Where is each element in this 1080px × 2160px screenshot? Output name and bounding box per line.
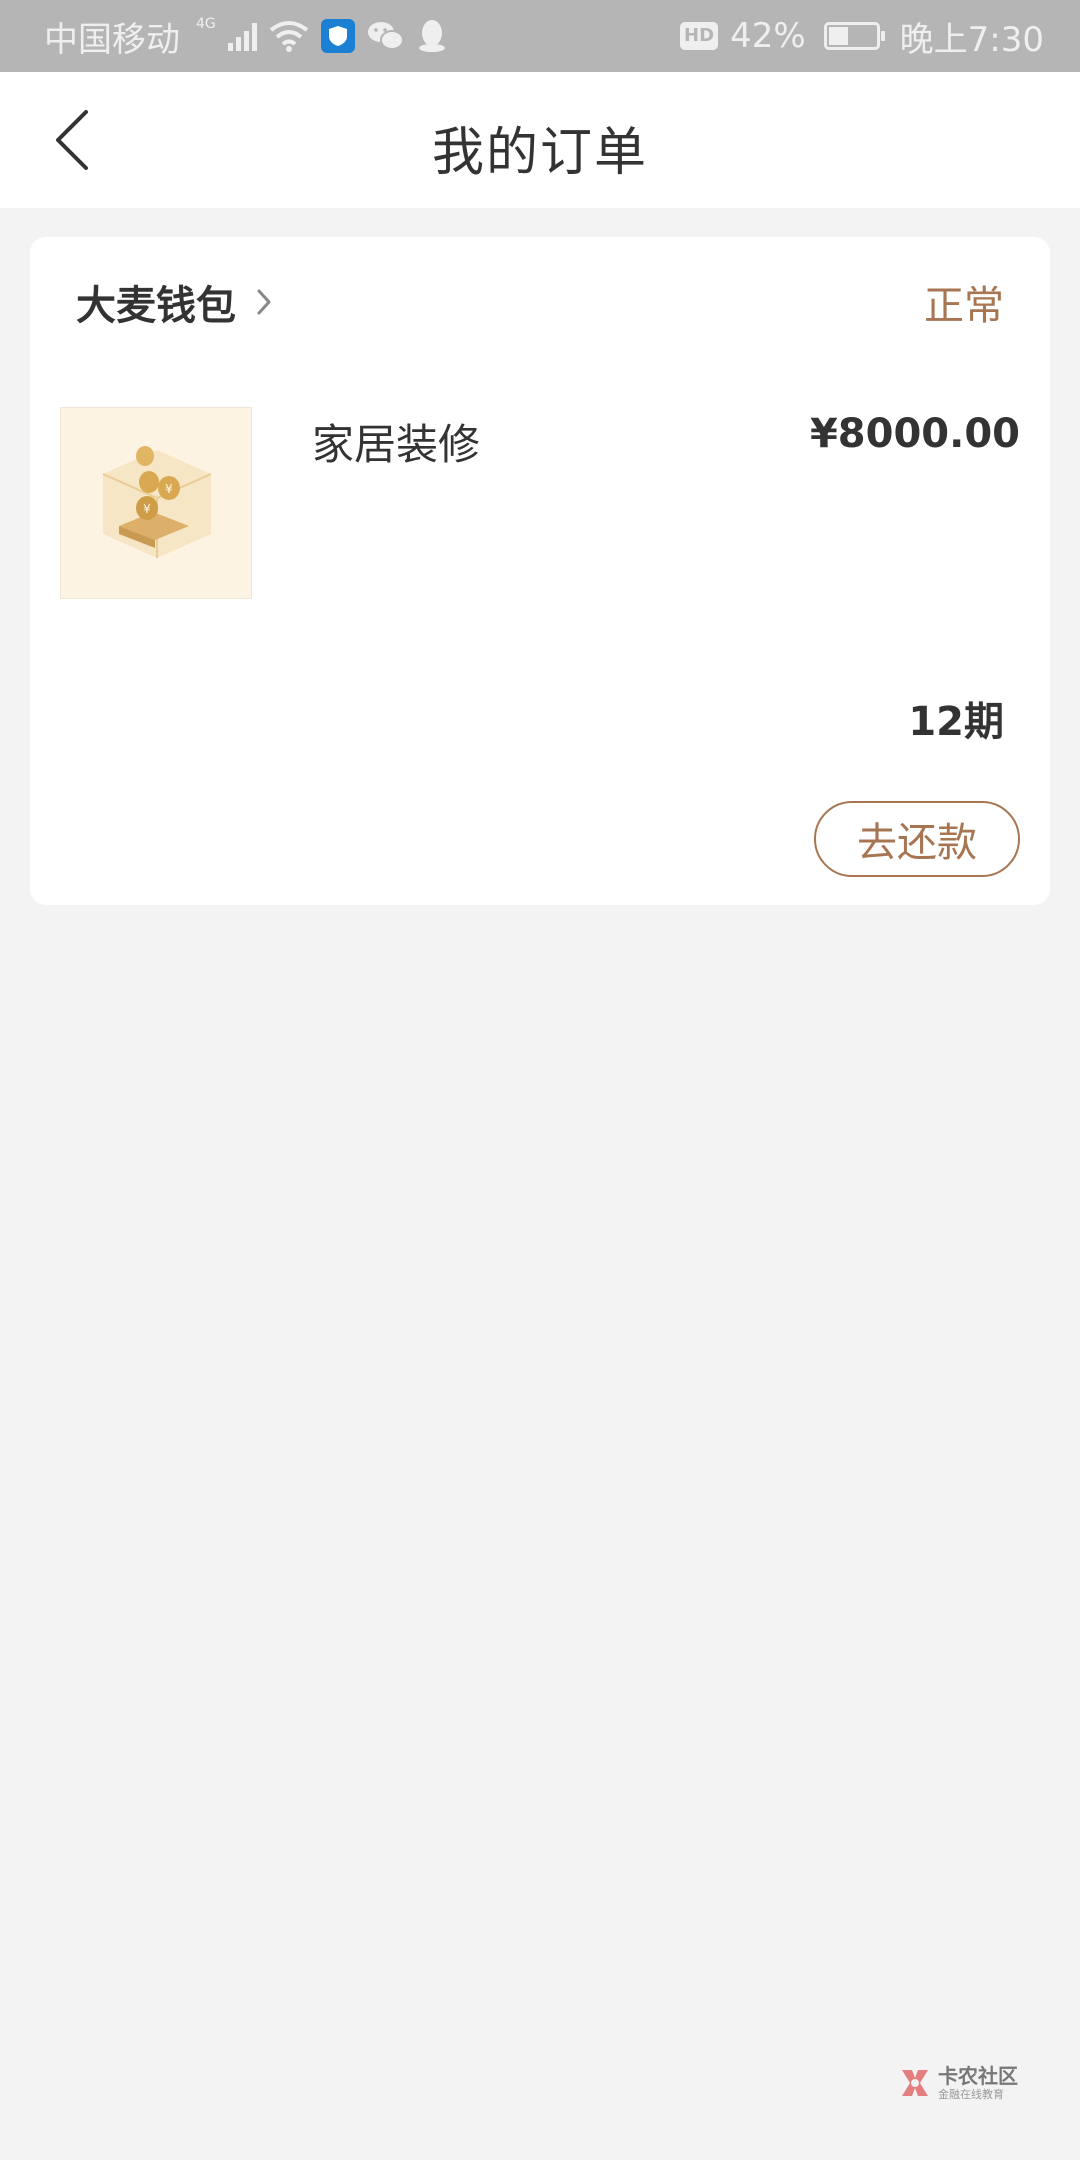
status-badge: 正常 <box>924 283 1004 329</box>
coin-box-icon: ¥ ¥ <box>102 446 212 558</box>
network-type: 4G <box>196 16 216 32</box>
product-name: 家居装修 <box>312 420 481 469</box>
chevron-right-icon <box>257 289 271 315</box>
svg-text:¥: ¥ <box>143 502 151 516</box>
order-card[interactable]: 大麦钱包 正常 ¥ ¥ 家居装修 ¥8000.00 12期 去还款 <box>30 237 1050 905</box>
watermark: 卡农社区 金融在线教育 <box>898 2066 1018 2100</box>
merchant-link[interactable]: 大麦钱包 <box>76 273 272 331</box>
merchant-name: 大麦钱包 <box>76 283 236 329</box>
signal-icon <box>227 21 257 51</box>
qq-icon <box>418 20 445 52</box>
watermark-subtitle: 金融在线教育 <box>938 2088 1004 2101</box>
hd-badge: HD <box>680 22 719 50</box>
status-bar-right: HD 42% 晚上7:30 <box>680 12 1044 61</box>
watermark-text: 卡农社区 金融在线教育 <box>938 2066 1018 2100</box>
carrier-name: 中国移动 <box>44 19 180 60</box>
status-bar: 中国移动 4G HD 42% 晚上7:30 <box>0 0 1080 72</box>
battery-percent: 42% <box>730 16 806 56</box>
battery-icon <box>823 22 885 50</box>
svg-text:¥: ¥ <box>165 482 173 496</box>
page-title: 我的订单 <box>431 123 648 183</box>
wifi-icon <box>269 21 308 52</box>
nav-bar: 我的订单 <box>0 72 1080 208</box>
repay-button[interactable]: 去还款 <box>814 801 1020 877</box>
product-price: ¥8000.00 <box>809 411 1020 457</box>
wechat-icon <box>367 22 404 50</box>
watermark-title: 卡农社区 <box>938 2064 1018 2088</box>
security-app-icon <box>320 19 355 53</box>
battery-fill <box>828 27 848 45</box>
status-bar-left: 中国移动 4G <box>44 12 447 61</box>
installment-term: 12期 <box>908 699 1004 745</box>
clock: 晚上7:30 <box>899 19 1044 60</box>
product-image: ¥ ¥ <box>60 407 252 599</box>
watermark-logo-icon <box>902 2070 928 2096</box>
